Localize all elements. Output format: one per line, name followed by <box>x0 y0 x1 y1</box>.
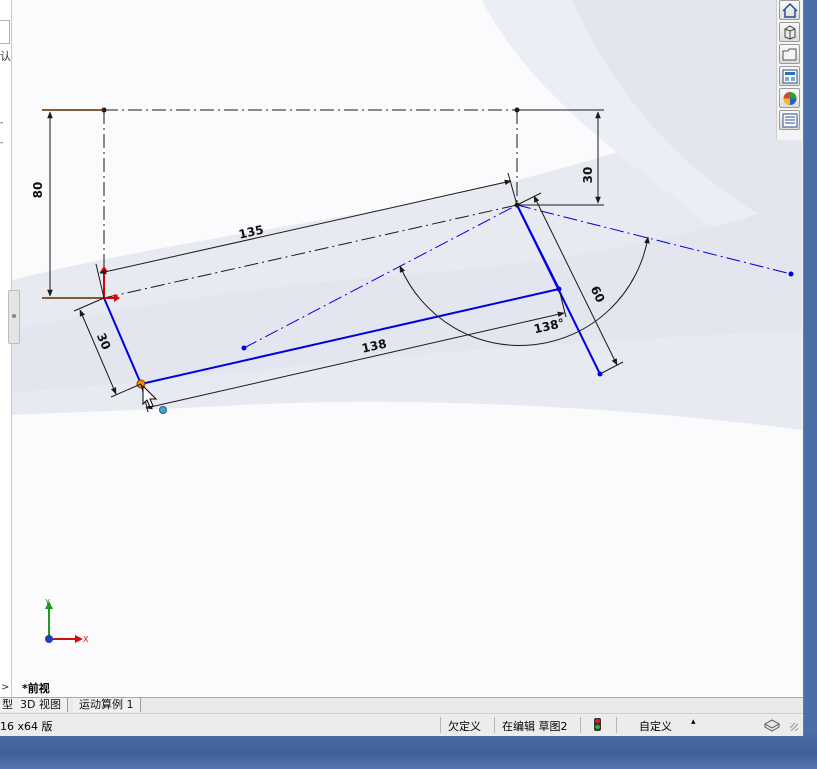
task-pane-toolbar <box>776 0 803 140</box>
version-text: 16 x64 版 <box>0 720 53 733</box>
3d-box-icon[interactable] <box>779 22 800 42</box>
appearance-icon[interactable] <box>779 88 800 108</box>
sketch-point <box>788 271 794 277</box>
panel-text-fragment: 认 <box>0 50 11 63</box>
tab-motion-study[interactable]: 运动算例 1 <box>73 698 141 712</box>
quick-tips-icon[interactable] <box>763 717 781 732</box>
status-separator <box>580 717 581 733</box>
graphics-area[interactable]: 80 30 135 30 138 60 138° Y X <box>12 0 802 697</box>
dim-30-right: 30 <box>581 167 595 184</box>
triad-y-label: Y <box>44 598 50 607</box>
feature-manager-panel: 认 - - <box>0 0 12 697</box>
folder-icon[interactable] <box>779 44 800 64</box>
viewport-background-shading <box>12 0 802 430</box>
home-icon[interactable] <box>779 0 800 20</box>
dim-80: 80 <box>31 182 45 199</box>
sketch-point <box>241 345 247 351</box>
view-palette-icon[interactable] <box>779 66 800 86</box>
resize-grip-icon[interactable] <box>790 723 798 731</box>
units-caret-icon[interactable]: ▴ <box>691 717 696 727</box>
panel-field[interactable] <box>0 20 10 44</box>
expand-arrow-icon[interactable]: > <box>1 682 9 693</box>
snap-point <box>159 406 167 414</box>
view-name-label: *前视 <box>22 682 50 695</box>
panel-mark-2: - <box>0 138 4 148</box>
definition-status: 欠定义 <box>448 720 481 733</box>
sketch-canvas[interactable]: 80 30 135 30 138 60 138° Y X <box>12 0 802 697</box>
triad-x-label: X <box>83 635 89 644</box>
custom-properties-icon[interactable] <box>779 110 800 130</box>
model-tabs: 型 3D 视图 运动算例 1 <box>0 697 803 714</box>
status-separator <box>494 717 495 733</box>
units-selector[interactable]: 自定义 <box>639 718 672 734</box>
panel-mark: - <box>0 118 4 128</box>
editing-status: 在编辑 草图2 <box>502 720 568 733</box>
status-bar: 16 x64 版 欠定义 在编辑 草图2 自定义 ▴ <box>0 713 803 736</box>
panel-collapse-handle[interactable] <box>8 290 20 344</box>
rebuild-light-icon[interactable] <box>594 718 601 731</box>
reference-triad-icon: Y X <box>44 598 89 644</box>
status-separator <box>616 717 617 733</box>
tab-3d-view[interactable]: 3D 视图 <box>14 698 68 712</box>
status-separator <box>440 717 441 733</box>
solidworks-window: 认 - - 80 30 135 30 138 60 138° Y X > *前视… <box>0 0 804 736</box>
